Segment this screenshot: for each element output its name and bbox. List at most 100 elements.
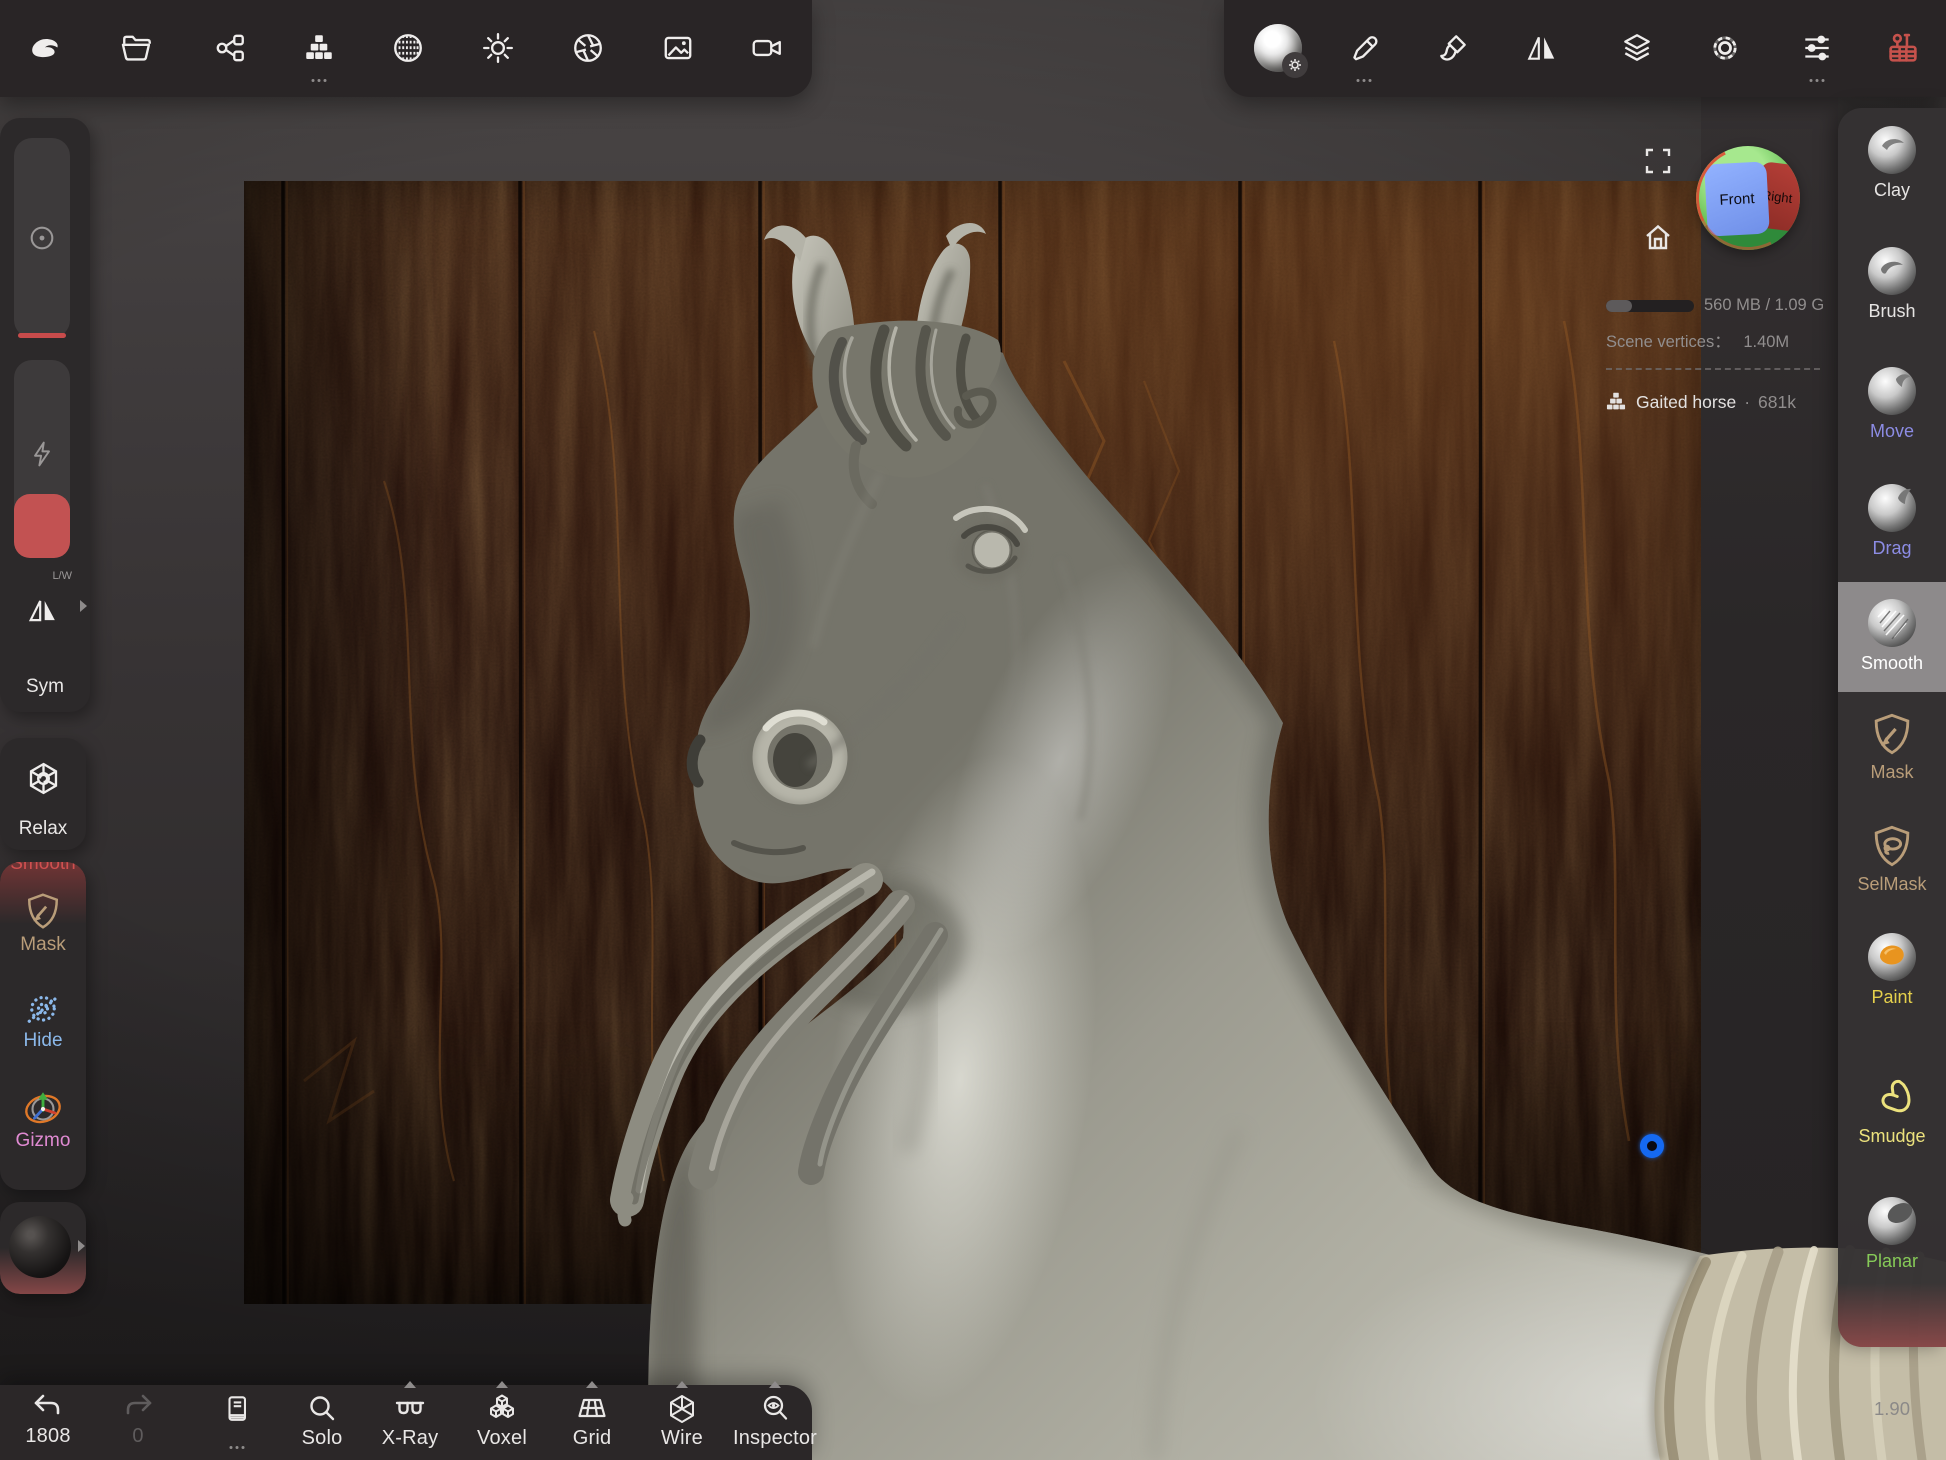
nav-rim: [1696, 146, 1800, 250]
relax-label: Relax: [0, 818, 86, 840]
hide-label: Hide: [0, 1030, 86, 1052]
gizmo-button[interactable]: Gizmo: [0, 1088, 86, 1152]
more-dots: [1363, 79, 1366, 82]
undo-count: 1808: [25, 1425, 70, 1448]
home-icon[interactable]: [1642, 222, 1674, 259]
files-button[interactable]: [105, 8, 169, 88]
right-tool-strip: Clay Brush Move Drag: [1838, 108, 1946, 1347]
journal-button[interactable]: [202, 1389, 272, 1459]
xray-button[interactable]: X-Ray: [375, 1389, 445, 1459]
redo-count: 0: [132, 1425, 143, 1448]
lighting-button[interactable]: [466, 8, 530, 88]
toolbox-button[interactable]: [1871, 8, 1935, 88]
grid-label: Grid: [573, 1427, 612, 1450]
top-toolbar-right: [1224, 0, 1946, 97]
material-expand-chevron[interactable]: [78, 1240, 85, 1252]
expand-caret: [676, 1381, 688, 1388]
tool-brush[interactable]: Brush: [1838, 245, 1946, 322]
undo-button[interactable]: 1808: [13, 1389, 83, 1459]
radius-slider[interactable]: [14, 138, 70, 338]
sym-button[interactable]: [24, 592, 62, 633]
tool-smudge[interactable]: Smudge: [1838, 1074, 1946, 1147]
settings-button[interactable]: [1693, 8, 1757, 88]
circle-dot-icon: [27, 223, 57, 253]
scene-button[interactable]: [287, 8, 351, 88]
sphere-drag-icon: [1866, 482, 1918, 534]
tool-drag[interactable]: Drag: [1838, 482, 1946, 559]
pencil-button[interactable]: [1332, 8, 1396, 88]
relax-panel[interactable]: Relax: [0, 738, 86, 850]
tool-label: Drag: [1872, 538, 1911, 559]
layers-button[interactable]: [1605, 8, 1669, 88]
aperture-icon: [571, 31, 605, 65]
tool-planar[interactable]: Planar: [1838, 1195, 1946, 1272]
smooth-clipped-label[interactable]: Smooth: [0, 862, 86, 875]
solo-button[interactable]: Solo: [287, 1389, 357, 1459]
tool-paint[interactable]: Paint: [1838, 931, 1946, 1008]
active-object-row[interactable]: Gaited horse · 681k: [1604, 390, 1796, 414]
fullscreen-icon[interactable]: [1644, 147, 1672, 180]
redo-button[interactable]: 0: [103, 1389, 173, 1459]
inspector-button[interactable]: Inspector: [737, 1389, 813, 1459]
more-dots: [1816, 79, 1819, 82]
scene-pyramid-icon: [1604, 390, 1628, 414]
folder-icon: [120, 31, 154, 65]
tool-selmask[interactable]: SelMask: [1838, 822, 1946, 895]
pointer-indicator: [1640, 1134, 1664, 1158]
export-button[interactable]: [198, 8, 262, 88]
tool-clay[interactable]: Clay: [1838, 124, 1946, 201]
matcap-sphere-icon: [391, 31, 425, 65]
smudge-hand-icon: [1868, 1074, 1916, 1122]
nomad-logo-icon: [27, 30, 63, 66]
hud-divider: [1606, 368, 1820, 370]
tool-label: Move: [1870, 421, 1914, 442]
gizmo-label: Gizmo: [0, 1130, 86, 1152]
selmask-shield-icon: [1869, 822, 1915, 870]
material-button[interactable]: [376, 8, 440, 88]
camera-button[interactable]: [735, 8, 799, 88]
sym-label: Sym: [0, 676, 90, 698]
wood-texture: [244, 181, 1701, 1304]
tweaks-button[interactable]: [1785, 8, 1849, 88]
brush-preview-button[interactable]: [1246, 8, 1310, 88]
redo-icon: [121, 1393, 155, 1423]
symmetry-button[interactable]: [1510, 8, 1574, 88]
voxel-button[interactable]: Voxel: [467, 1389, 537, 1459]
sculpt-canvas-backdrop[interactable]: [244, 181, 1701, 1304]
tool-label: SelMask: [1857, 874, 1926, 895]
expand-caret: [496, 1381, 508, 1388]
hide-button[interactable]: Hide: [0, 990, 86, 1052]
undo-icon: [31, 1393, 65, 1423]
inspector-eye-icon: [759, 1393, 791, 1425]
sphere-move-icon: [1866, 365, 1918, 417]
xray-label: X-Ray: [382, 1427, 439, 1450]
sun-icon: [481, 31, 515, 65]
gear-icon: [1287, 57, 1303, 73]
top-toolbar-left: [0, 0, 812, 97]
postprocess-button[interactable]: [556, 8, 620, 88]
sym-expand-chevron[interactable]: [80, 600, 87, 612]
symmetry-icon: [24, 592, 62, 628]
journal-book-icon: [222, 1393, 252, 1425]
brush-settings-badge[interactable]: [1282, 52, 1308, 78]
wire-button[interactable]: Wire: [647, 1389, 717, 1459]
scene-vertices-label: Scene vertices：: [1606, 333, 1731, 351]
tool-label: Planar: [1866, 1251, 1918, 1272]
toolbox-icon: [1885, 30, 1921, 66]
left-tool-palette: Smooth Mask Hide: [0, 862, 86, 1190]
xray-glasses-icon: [393, 1393, 427, 1425]
background-button[interactable]: [646, 8, 710, 88]
sphere-planar-icon: [1866, 1195, 1918, 1247]
material-sphere[interactable]: [9, 1216, 71, 1278]
tool-label: Smudge: [1858, 1126, 1925, 1147]
grid-button[interactable]: Grid: [557, 1389, 627, 1459]
nomad-logo-button[interactable]: [13, 8, 77, 88]
intensity-indicator[interactable]: [14, 494, 70, 558]
tool-smooth[interactable]: Smooth: [1838, 597, 1946, 674]
paint-all-button[interactable]: [1421, 8, 1485, 88]
orientation-cube[interactable]: Right Front: [1696, 146, 1800, 250]
sphere-paint-icon: [1866, 931, 1918, 983]
tool-move[interactable]: Move: [1838, 365, 1946, 442]
mask-button[interactable]: Mask: [0, 890, 86, 956]
tool-mask[interactable]: Mask: [1838, 710, 1946, 783]
